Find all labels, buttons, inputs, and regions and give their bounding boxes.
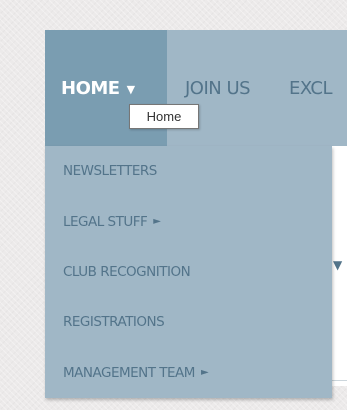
dropdown-item-label: LEGAL STUFF (63, 213, 148, 230)
dropdown-item-club-recognition[interactable]: CLUB RECOGNITION (45, 247, 332, 297)
dropdown-item-label: CLUB RECOGNITION (63, 263, 191, 280)
dropdown-item-legal-stuff[interactable]: LEGAL STUFF ► (45, 196, 332, 246)
tooltip-text: Home (146, 109, 182, 124)
nav-item-excl[interactable]: EXCL (289, 30, 333, 146)
dropdown-item-registrations[interactable]: REGISTRATIONS (45, 297, 332, 347)
dropdown-item-newsletters[interactable]: NEWSLETTERS (45, 146, 332, 196)
nav-item-home-label: HOME (61, 77, 120, 99)
nav-item-excl-label: EXCL (289, 77, 333, 99)
home-tooltip: Home (129, 104, 199, 129)
partial-caret-icon: ▼ (333, 258, 343, 272)
home-dropdown-menu: NEWSLETTERS LEGAL STUFF ► CLUB RECOGNITI… (45, 146, 332, 398)
dropdown-item-management-team[interactable]: MANAGEMENT TEAM ► (45, 348, 332, 398)
dropdown-item-label: MANAGEMENT TEAM (63, 364, 195, 381)
dropdown-item-label: NEWSLETTERS (63, 163, 157, 180)
nav-item-join-us-label: JOIN US (185, 77, 251, 99)
caret-right-icon: ► (200, 367, 209, 379)
caret-right-icon: ► (153, 216, 161, 228)
caret-down-icon: ▼ (126, 82, 135, 96)
background-divider (332, 380, 347, 381)
dropdown-item-label: REGISTRATIONS (63, 314, 165, 331)
